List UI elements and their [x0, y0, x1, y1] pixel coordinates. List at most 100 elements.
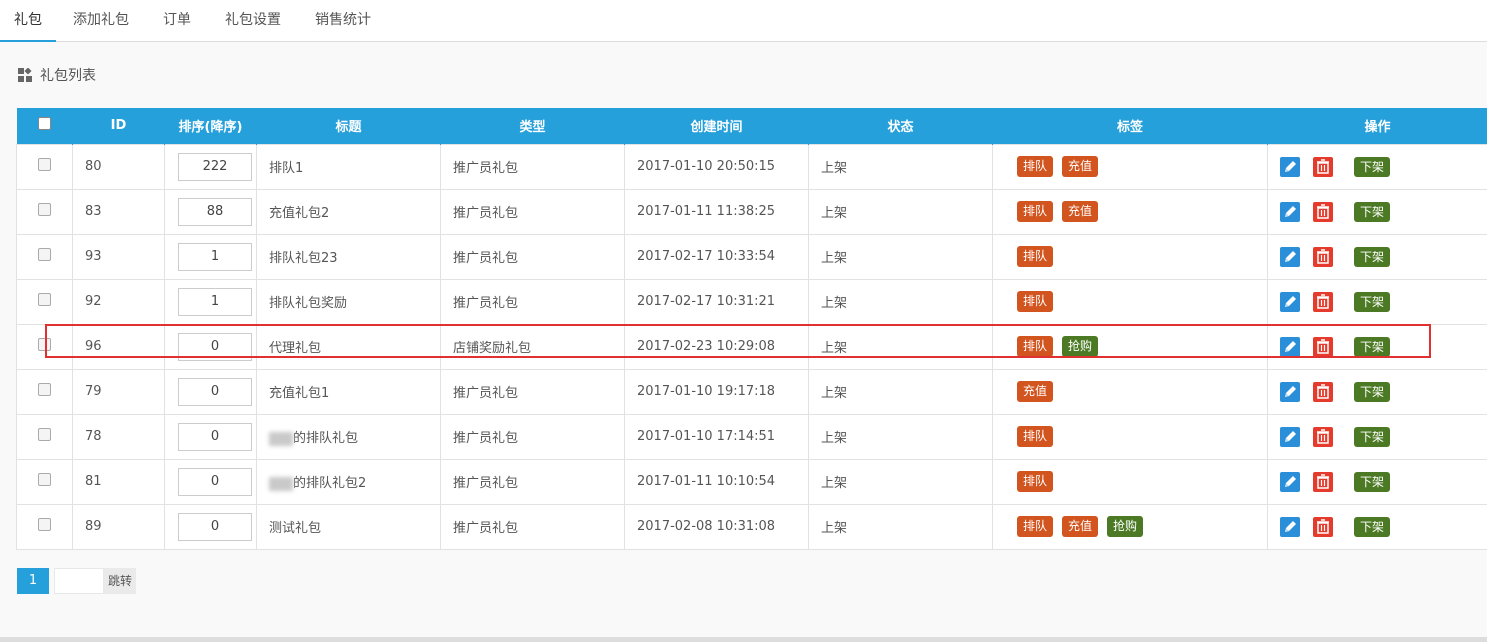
row-title-cell: 排队礼包奖励	[256, 278, 441, 325]
edit-icon[interactable]	[1280, 516, 1300, 537]
row-title: 测试礼包	[269, 521, 322, 536]
unlist-button[interactable]: 下架	[1354, 426, 1391, 447]
edit-icon[interactable]	[1280, 381, 1300, 402]
col-status: 状态	[808, 108, 993, 144]
sort-input[interactable]	[178, 242, 252, 271]
unlist-button[interactable]: 下架	[1354, 516, 1391, 537]
unlist-button[interactable]: 下架	[1354, 201, 1391, 222]
row-checkbox[interactable]	[38, 518, 51, 531]
page-jump-button[interactable]: 跳转	[104, 568, 137, 594]
select-all-checkbox-cell[interactable]	[16, 108, 73, 144]
sort-input[interactable]	[178, 332, 252, 361]
table-row: 81 的排队礼包2 推广员礼包 2017-01-11 10:10:54 上架 排…	[16, 458, 1487, 505]
sort-input[interactable]	[178, 152, 252, 181]
col-created: 创建时间	[624, 108, 809, 144]
edit-icon[interactable]	[1280, 246, 1300, 267]
row-checkbox-cell[interactable]	[16, 323, 73, 370]
row-status: 上架	[808, 368, 993, 415]
unlist-button[interactable]: 下架	[1354, 246, 1391, 267]
delete-icon[interactable]	[1313, 471, 1333, 492]
row-created: 2017-01-11 11:38:25	[624, 188, 809, 235]
delete-icon[interactable]	[1313, 291, 1333, 312]
row-checkbox[interactable]	[38, 428, 51, 441]
tab-4[interactable]: 销售统计	[298, 0, 388, 40]
unlist-button[interactable]: 下架	[1354, 291, 1391, 312]
unlist-button[interactable]: 下架	[1354, 336, 1391, 357]
row-checkbox[interactable]	[38, 338, 51, 351]
row-sort-cell	[164, 188, 257, 235]
row-status: 上架	[808, 278, 993, 325]
row-type: 推广员礼包	[440, 458, 625, 505]
row-type: 推广员礼包	[440, 188, 625, 235]
delete-icon[interactable]	[1313, 201, 1333, 222]
row-tags: 排队	[992, 278, 1268, 325]
table-row: 92 排队礼包奖励 推广员礼包 2017-02-17 10:31:21 上架 排…	[16, 278, 1487, 325]
tab-1[interactable]: 添加礼包	[56, 0, 146, 40]
row-checkbox-cell[interactable]	[16, 143, 73, 190]
row-checkbox[interactable]	[38, 248, 51, 261]
row-checkbox-cell[interactable]	[16, 413, 73, 460]
table-row: 79 充值礼包1 推广员礼包 2017-01-10 19:17:18 上架 充值…	[16, 368, 1487, 415]
delete-icon[interactable]	[1313, 336, 1333, 357]
delete-icon[interactable]	[1313, 381, 1333, 402]
row-id: 78	[72, 413, 165, 460]
sort-input[interactable]	[178, 422, 252, 451]
table-row: 78 的排队礼包 推广员礼包 2017-01-10 17:14:51 上架 排队…	[16, 413, 1487, 460]
edit-icon[interactable]	[1280, 471, 1300, 492]
edit-icon[interactable]	[1280, 426, 1300, 447]
row-title: 的排队礼包	[293, 431, 359, 446]
tag-badge: 充值	[1062, 156, 1099, 177]
row-created: 2017-01-11 10:10:54	[624, 458, 809, 505]
row-checkbox[interactable]	[38, 293, 51, 306]
row-title-cell: 排队礼包23	[256, 233, 441, 280]
edit-icon[interactable]	[1280, 336, 1300, 357]
unlist-button[interactable]: 下架	[1354, 156, 1391, 177]
row-actions: 下架	[1267, 368, 1487, 415]
table-row: 96 代理礼包 店铺奖励礼包 2017-02-23 10:29:08 上架 排队…	[16, 323, 1487, 370]
row-actions: 下架	[1267, 188, 1487, 235]
row-checkbox[interactable]	[38, 203, 51, 216]
row-checkbox[interactable]	[38, 473, 51, 486]
row-checkbox-cell[interactable]	[16, 233, 73, 280]
page-jump-input[interactable]	[54, 568, 104, 594]
sort-input[interactable]	[178, 467, 252, 496]
section-title-text: 礼包列表	[40, 68, 96, 84]
row-checkbox-cell[interactable]	[16, 368, 73, 415]
tag-badge: 排队	[1017, 471, 1054, 492]
delete-icon[interactable]	[1313, 246, 1333, 267]
edit-icon[interactable]	[1280, 201, 1300, 222]
delete-icon[interactable]	[1313, 516, 1333, 537]
table-row: 80 排队1 推广员礼包 2017-01-10 20:50:15 上架 排队充值…	[16, 143, 1487, 190]
row-checkbox-cell[interactable]	[16, 278, 73, 325]
row-status: 上架	[808, 323, 993, 370]
tag-badge: 充值	[1062, 201, 1099, 222]
delete-icon[interactable]	[1313, 156, 1333, 177]
tab-0[interactable]: 礼包	[0, 0, 56, 42]
select-all-checkbox[interactable]	[37, 117, 51, 131]
sort-input[interactable]	[178, 287, 252, 316]
row-checkbox[interactable]	[38, 383, 51, 396]
sort-input[interactable]	[178, 197, 252, 226]
unlist-button[interactable]: 下架	[1354, 471, 1391, 492]
row-title: 排队礼包奖励	[269, 296, 348, 311]
row-created: 2017-02-17 10:31:21	[624, 278, 809, 325]
delete-icon[interactable]	[1313, 426, 1333, 447]
row-checkbox-cell[interactable]	[16, 458, 73, 505]
row-checkbox[interactable]	[38, 158, 51, 171]
row-tags: 排队 充值	[992, 143, 1268, 190]
sort-input[interactable]	[178, 512, 252, 541]
row-checkbox-cell[interactable]	[16, 503, 73, 550]
edit-icon[interactable]	[1280, 291, 1300, 312]
row-sort-cell	[164, 143, 257, 190]
sort-input[interactable]	[178, 377, 252, 406]
col-sort[interactable]: 排序(降序)	[164, 108, 257, 144]
row-sort-cell	[164, 278, 257, 325]
unlist-button[interactable]: 下架	[1354, 381, 1391, 402]
tab-2[interactable]: 订单	[146, 0, 208, 40]
tab-3[interactable]: 礼包设置	[208, 0, 298, 40]
edit-icon[interactable]	[1280, 156, 1300, 177]
row-created: 2017-01-10 17:14:51	[624, 413, 809, 460]
row-status: 上架	[808, 143, 993, 190]
page-button-current[interactable]: 1	[17, 568, 49, 594]
row-checkbox-cell[interactable]	[16, 188, 73, 235]
